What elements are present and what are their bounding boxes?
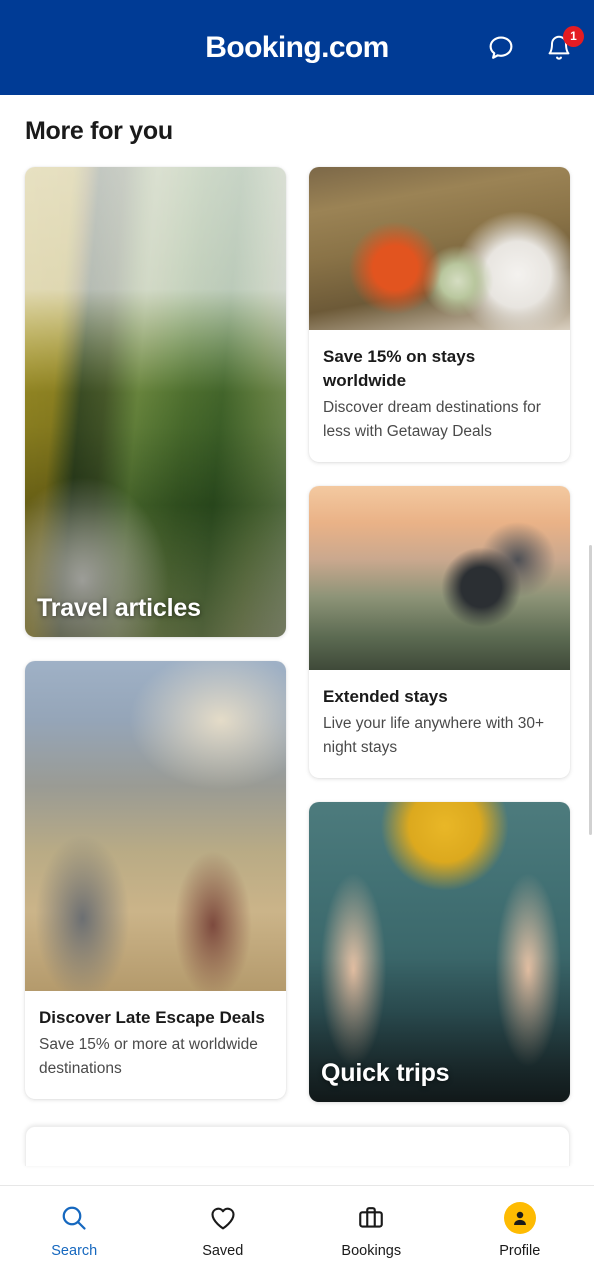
nav-label-saved: Saved	[202, 1242, 244, 1259]
card-image-quick-trips	[309, 802, 570, 1103]
card-grid: Travel articles Discover Late Escape Dea…	[0, 146, 594, 1103]
card-title-travel-articles: Travel articles	[37, 594, 201, 622]
nav-item-profile[interactable]: Profile	[446, 1201, 594, 1259]
card-extended-stays[interactable]: Extended stays Live your life anywhere w…	[309, 486, 570, 779]
suitcase-icon	[356, 1202, 386, 1234]
content-scroll-area[interactable]: More for you Travel articles Discover La…	[0, 95, 594, 1185]
scrollbar-thumb[interactable]	[589, 545, 592, 835]
nav-label-bookings: Bookings	[341, 1242, 402, 1259]
page-title: More for you	[25, 117, 173, 145]
nav-item-search[interactable]: Search	[0, 1202, 149, 1259]
bottom-navigation: Search Saved Bookings Profile	[0, 1185, 594, 1280]
card-column-left: Travel articles Discover Late Escape Dea…	[25, 167, 286, 1100]
card-body-getaway-deals: Save 15% on stays worldwide Discover dre…	[309, 330, 570, 462]
card-image-travel-articles	[25, 167, 286, 637]
card-title-late-escape-deals: Discover Late Escape Deals	[39, 1008, 265, 1027]
nav-item-bookings[interactable]: Bookings	[297, 1202, 446, 1259]
card-travel-articles[interactable]: Travel articles	[25, 167, 286, 637]
card-body-extended-stays: Extended stays Live your life anywhere w…	[309, 670, 570, 778]
header-actions: 1	[484, 25, 584, 65]
avatar	[503, 1201, 536, 1234]
avatar-icon	[503, 1201, 536, 1234]
card-image-late-escape-deals	[25, 661, 286, 991]
heart-icon	[208, 1202, 238, 1234]
nav-label-profile: Profile	[499, 1242, 541, 1259]
card-subtitle-late-escape-deals: Save 15% or more at worldwide destinatio…	[39, 1036, 258, 1078]
card-column-right: Save 15% on stays worldwide Discover dre…	[309, 167, 570, 1103]
card-getaway-deals[interactable]: Save 15% on stays worldwide Discover dre…	[309, 167, 570, 463]
card-title-quick-trips: Quick trips	[321, 1059, 450, 1088]
card-quick-trips[interactable]: Quick trips	[309, 802, 570, 1103]
nav-item-saved[interactable]: Saved	[149, 1202, 298, 1259]
card-subtitle-extended-stays: Live your life anywhere with 30+ night s…	[323, 715, 544, 757]
card-subtitle-getaway-deals: Discover dream destinations for less wit…	[323, 399, 541, 441]
brand-logo: Booking.com	[205, 30, 389, 64]
notifications-button[interactable]: 1	[542, 25, 584, 65]
chat-button[interactable]	[484, 31, 518, 65]
nav-label-search: Search	[51, 1242, 98, 1259]
card-title-extended-stays: Extended stays	[323, 687, 448, 707]
chat-bubble-icon	[486, 33, 516, 63]
search-icon	[59, 1202, 89, 1234]
card-image-getaway-deals	[309, 167, 570, 330]
notification-badge: 1	[563, 25, 584, 47]
app-header: Booking.com 1	[0, 0, 594, 95]
next-card-peek[interactable]	[25, 1126, 570, 1167]
card-late-escape-deals[interactable]: Discover Late Escape Deals Save 15% or m…	[25, 661, 286, 1100]
card-image-extended-stays	[309, 486, 570, 671]
card-title-getaway-deals: Save 15% on stays worldwide	[323, 347, 476, 391]
card-body-late-escape-deals: Discover Late Escape Deals Save 15% or m…	[25, 991, 286, 1099]
